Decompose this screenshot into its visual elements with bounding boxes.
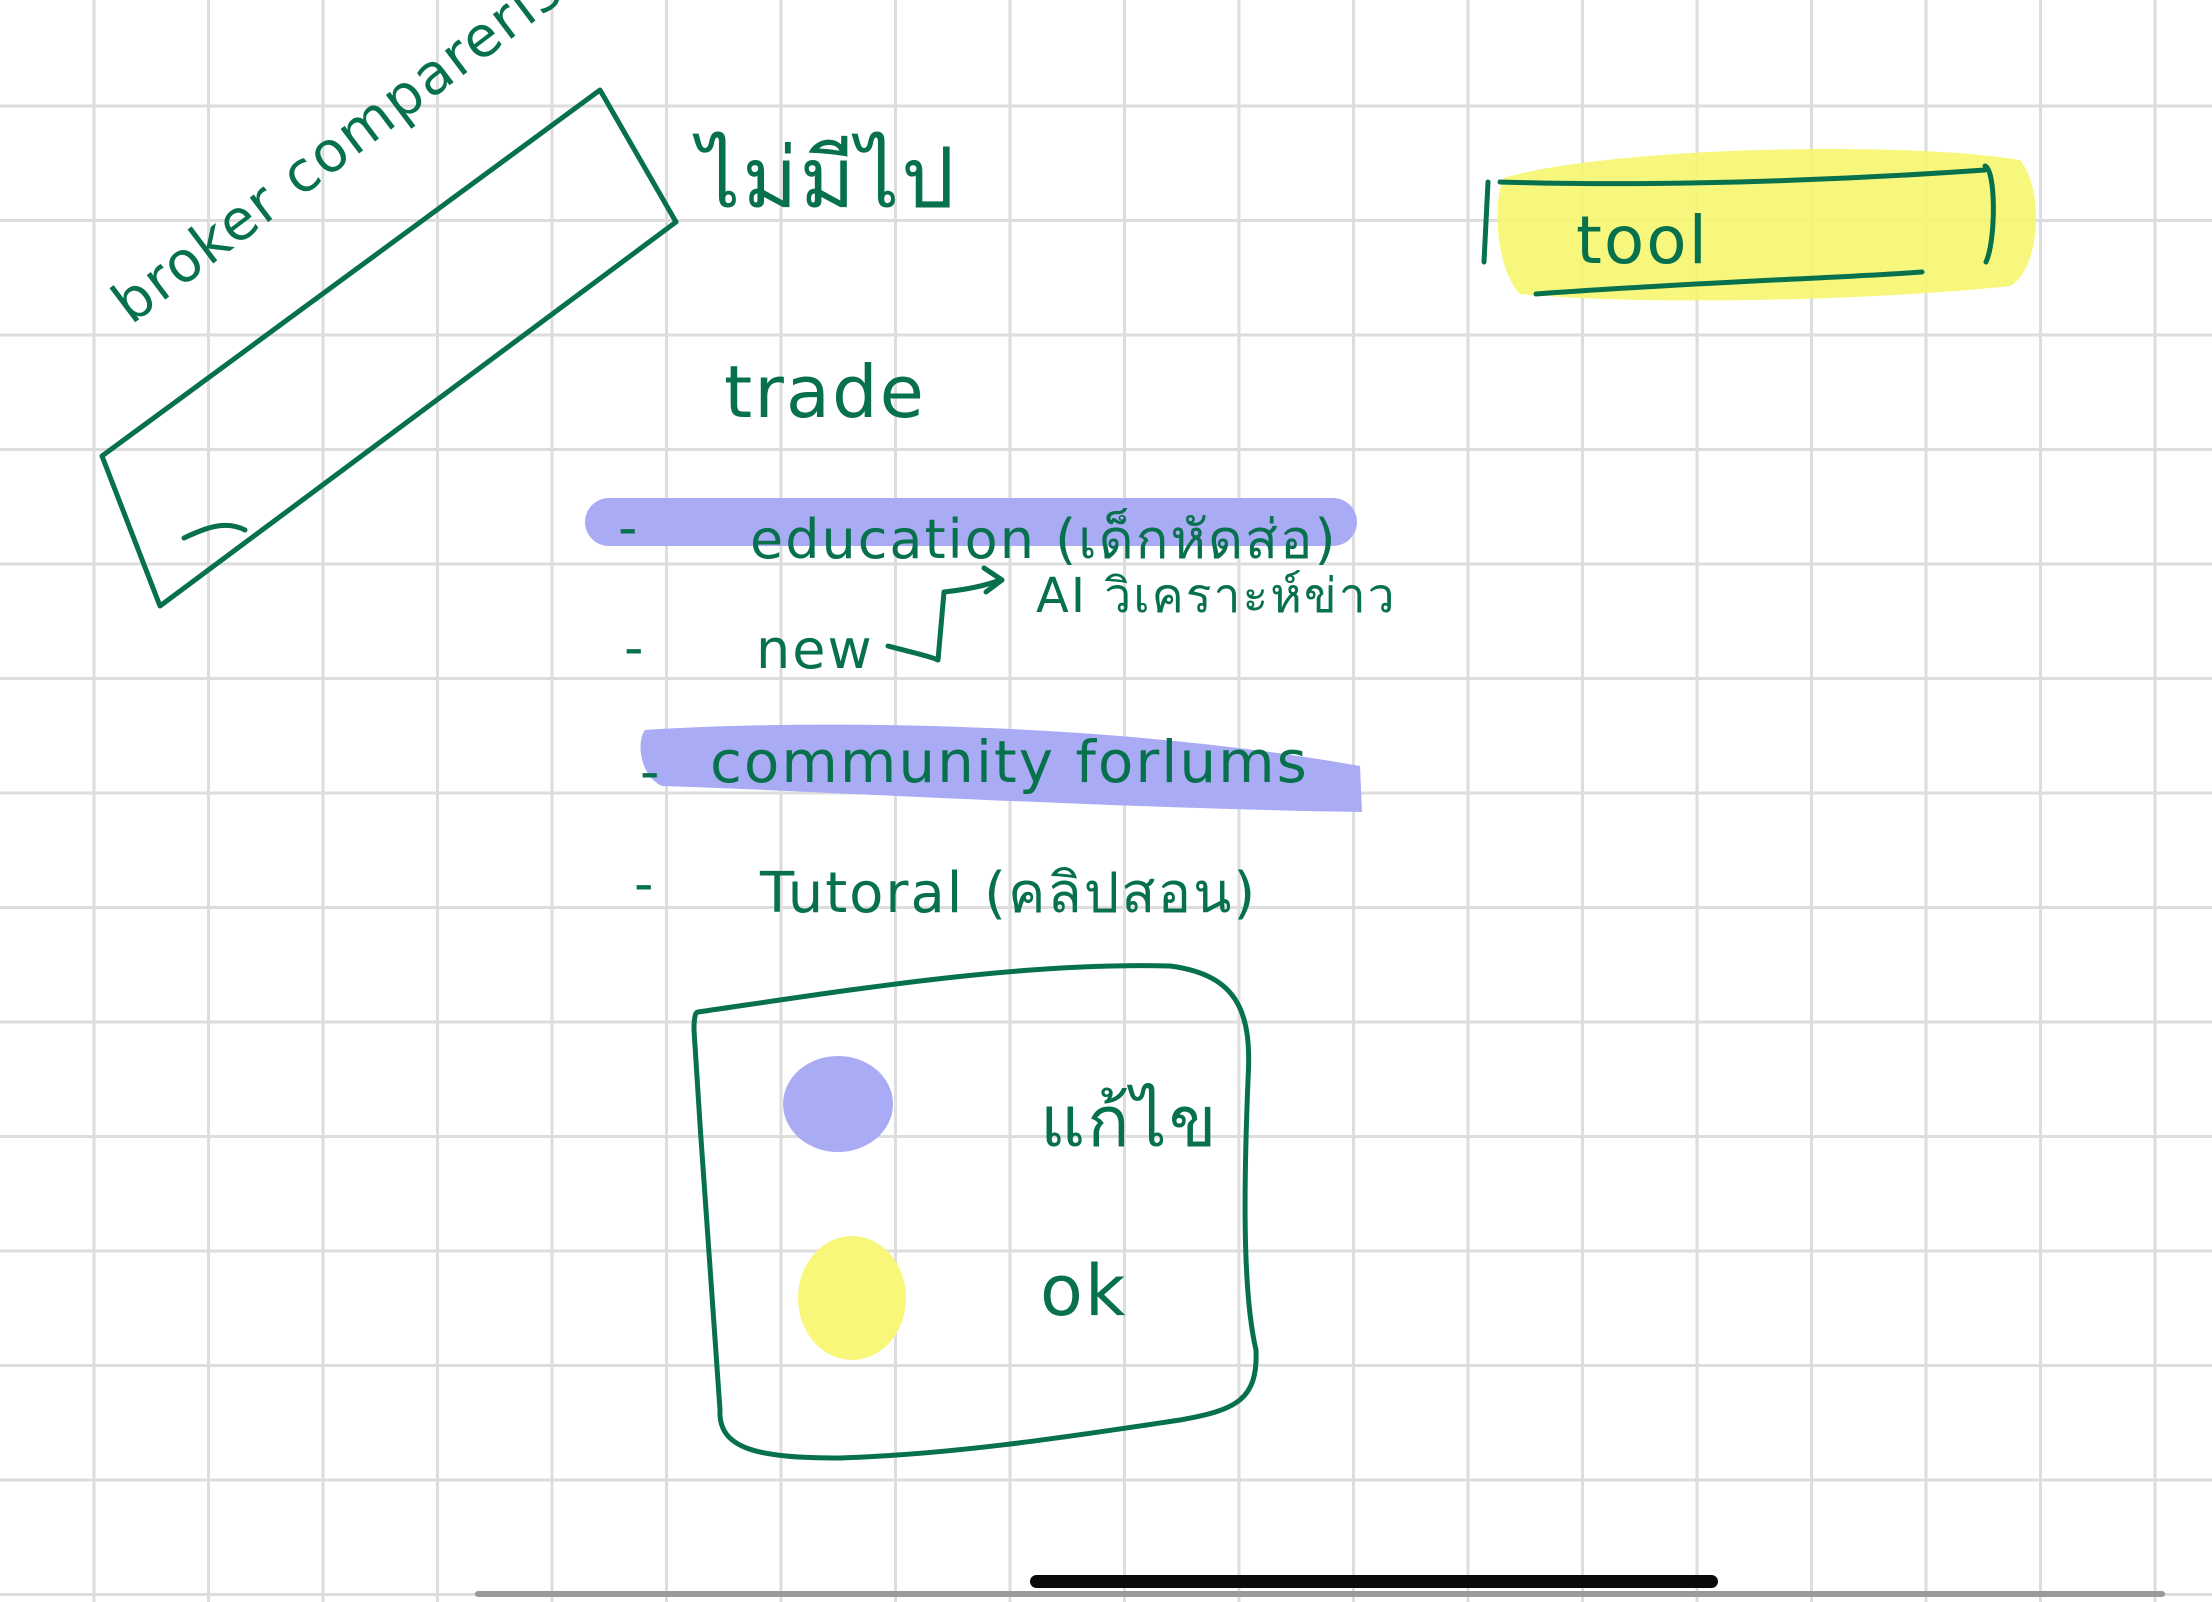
- legend-label-2: ok: [1040, 1250, 1128, 1332]
- list-item-3-label: community forlums: [710, 728, 1309, 796]
- broker-underline: [181, 522, 248, 541]
- heading-trade: trade: [724, 350, 926, 434]
- arrow-new-to-ai: [885, 577, 1003, 663]
- thai-note-top: ไม่มีไป: [698, 129, 957, 227]
- list-item-4-bullet: -: [634, 852, 656, 915]
- notes-canvas[interactable]: broker comparerison ไม่มีไป tool trade -…: [0, 0, 2212, 1602]
- legend-dot-yellow: [798, 1236, 906, 1360]
- list-item-1-bullet: -: [618, 496, 640, 559]
- list-item-2-bullet: -: [624, 616, 646, 679]
- legend-dot-blue: [783, 1056, 893, 1152]
- horizontal-scrollbar[interactable]: [475, 1591, 2165, 1597]
- tool-label: tool: [1576, 202, 1709, 279]
- list-item-2-label: new: [756, 618, 874, 681]
- tool-left-bracket: [1481, 179, 1491, 265]
- legend-box-outline: [691, 963, 1259, 1461]
- ink-strokes: [99, 87, 2037, 1461]
- home-indicator[interactable]: [1030, 1575, 1718, 1588]
- list-item-4-label: Tutoral (คลิปสอน): [760, 861, 1258, 926]
- list-item-3-bullet: -: [640, 740, 662, 803]
- legend-label-1: แก้ไข: [1040, 1081, 1219, 1163]
- ai-annotation: AI วิเคราะห์ข่าว: [1036, 568, 1397, 624]
